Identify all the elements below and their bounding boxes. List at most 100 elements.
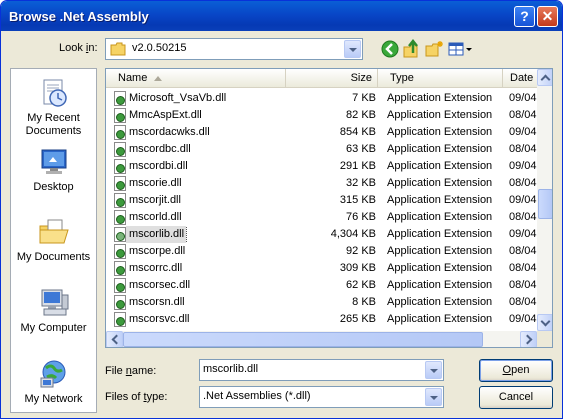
scroll-down-button[interactable] <box>537 314 552 331</box>
file-name-label: File name: <box>105 365 157 377</box>
file-type-cell: Application Extension <box>387 228 493 240</box>
file-name-cell: mscordacwks.dll <box>114 124 284 141</box>
file-size-cell: 62 KB <box>346 279 376 291</box>
chevron-right-icon <box>522 334 533 345</box>
place-label: My Network <box>24 393 83 405</box>
up-folder-icon[interactable] <box>402 39 422 59</box>
column-header-type[interactable]: Type <box>378 69 503 88</box>
cancel-button[interactable]: Cancel <box>479 386 553 409</box>
file-size-cell: 92 KB <box>346 245 376 257</box>
file-row[interactable]: mscorld.dll 76 KB Application Extension 08/… <box>106 209 537 226</box>
file-name-text: mscorld.dll <box>129 211 182 223</box>
title-bar[interactable]: Browse .Net Assembly ? ✕ <box>1 1 562 31</box>
file-row[interactable]: mscordbi.dll 291 KB Application Extension 0… <box>106 158 537 175</box>
file-name-cell: mscorjit.dll <box>114 192 284 209</box>
file-row[interactable]: mscorpe.dll 92 KB Application Extension 08/… <box>106 243 537 260</box>
file-row[interactable]: mscordacwks.dll 854 KB Application Extensi… <box>106 124 537 141</box>
chevron-down-icon <box>540 316 551 327</box>
place-my-recent-documents[interactable]: My Recent Documents <box>11 77 96 138</box>
sort-ascending-icon <box>154 76 162 81</box>
file-size-cell: 63 KB <box>346 143 376 155</box>
file-size-cell: 315 KB <box>339 194 376 206</box>
place-label: My Computer <box>20 322 87 334</box>
file-name-cell: mscorie.dll <box>114 175 284 192</box>
file-row[interactable]: mscorsvc.dll 265 KB Application Extension 0… <box>106 311 537 328</box>
chevron-down-icon[interactable] <box>344 40 361 58</box>
horizontal-scroll-thumb[interactable] <box>123 332 483 347</box>
place-my-computer[interactable]: My Computer <box>11 287 96 335</box>
file-size-cell: 854 KB <box>339 126 376 138</box>
scroll-left-button[interactable] <box>106 331 123 347</box>
file-name-text: mscorsn.dll <box>129 296 185 308</box>
place-desktop[interactable]: Desktop <box>11 146 96 194</box>
place-my-network[interactable]: My Network <box>11 358 96 406</box>
dll-file-icon <box>114 278 126 293</box>
scroll-right-button[interactable] <box>520 331 537 347</box>
chevron-left-icon <box>111 334 122 345</box>
help-button[interactable]: ? <box>514 6 535 27</box>
file-type-cell: Application Extension <box>387 126 493 138</box>
file-type-cell: Application Extension <box>387 296 493 308</box>
file-row[interactable]: MmcAspExt.dll 82 KB Application Extension 0… <box>106 107 537 124</box>
my-computer-icon <box>41 289 68 316</box>
file-type-cell: Application Extension <box>387 92 493 104</box>
file-size-cell: 309 KB <box>339 262 376 274</box>
dll-file-icon <box>114 176 126 191</box>
desktop-icon <box>41 149 66 174</box>
file-row[interactable]: mscorie.dll 32 KB Application Extension 08/… <box>106 175 537 192</box>
file-name-text: MmcAspExt.dll <box>129 109 202 121</box>
file-name-cell: Microsoft_VsaVb.dll <box>114 90 284 107</box>
file-name-cell: mscorpe.dll <box>114 243 284 260</box>
folder-icon <box>110 42 126 56</box>
file-row[interactable]: mscorsec.dll 62 KB Application Extension 08… <box>106 277 537 294</box>
place-my-documents[interactable]: My Documents <box>11 216 96 264</box>
horizontal-scrollbar[interactable] <box>106 331 537 347</box>
window-title: Browse .Net Assembly <box>9 9 149 24</box>
open-button[interactable]: Open <box>479 359 553 382</box>
file-name-cell: mscordbc.dll <box>114 141 284 158</box>
new-folder-icon[interactable] <box>424 39 444 59</box>
file-date-cell: 08/04 <box>509 279 537 291</box>
close-button[interactable]: ✕ <box>537 6 558 27</box>
file-name-input[interactable]: mscorlib.dll <box>199 359 444 381</box>
file-list[interactable]: Name Size Type Date Microsoft_VsaVb.dll 7… <box>105 68 553 348</box>
files-of-type-dropdown[interactable]: .Net Assemblies (*.dll) <box>199 386 444 408</box>
file-name-text: mscordbc.dll <box>129 143 191 155</box>
file-row[interactable]: mscorlib.dll 4,304 KB Application Extensio… <box>106 226 537 243</box>
file-date-cell: 09/04 <box>509 160 537 172</box>
my-network-icon <box>40 360 65 388</box>
file-name-cell: mscorlib.dll <box>114 226 284 243</box>
file-name-text: mscorjit.dll <box>129 194 181 206</box>
file-row[interactable]: mscordbc.dll 63 KB Application Extension 08… <box>106 141 537 158</box>
file-type-cell: Application Extension <box>387 109 493 121</box>
column-header-name-label: Name <box>118 72 148 84</box>
file-date-cell: 09/04 <box>509 194 537 206</box>
chevron-down-icon[interactable] <box>425 361 442 379</box>
file-date-cell: 08/04 <box>509 262 537 274</box>
file-name-cell: MmcAspExt.dll <box>114 107 284 124</box>
views-menu-icon[interactable] <box>447 39 473 59</box>
scroll-up-button[interactable] <box>537 69 552 86</box>
column-headers: Name Size Type Date <box>106 69 537 88</box>
back-icon[interactable] <box>380 39 400 59</box>
file-row[interactable]: mscorsn.dll 8 KB Application Extension 08/0… <box>106 294 537 311</box>
file-row[interactable]: Microsoft_VsaVb.dll 7 KB Application Exten… <box>106 90 537 107</box>
file-name-cell: mscordbi.dll <box>114 158 284 175</box>
file-size-cell: 32 KB <box>346 177 376 189</box>
column-header-name[interactable]: Name <box>106 69 286 88</box>
file-name-cell: mscorsn.dll <box>114 294 284 311</box>
vertical-scroll-thumb[interactable] <box>538 189 552 219</box>
look-in-dropdown[interactable]: v2.0.50215 <box>105 38 363 60</box>
file-name-value: mscorlib.dll <box>203 363 259 375</box>
file-row[interactable]: mscorjit.dll 315 KB Application Extension 0… <box>106 192 537 209</box>
vertical-scrollbar[interactable] <box>537 69 552 331</box>
dll-file-icon <box>114 159 126 174</box>
places-bar: My Recent Documents Desktop My Documents <box>10 68 97 413</box>
chevron-up-icon <box>540 74 551 85</box>
chevron-down-icon[interactable] <box>425 388 442 406</box>
file-date-cell: 09/04 <box>509 313 537 325</box>
file-type-cell: Application Extension <box>387 262 493 274</box>
column-header-size[interactable]: Size <box>286 69 378 88</box>
file-row[interactable]: mscorrc.dll 309 KB Application Extension 08… <box>106 260 537 277</box>
file-date-cell: 08/04 <box>509 296 537 308</box>
